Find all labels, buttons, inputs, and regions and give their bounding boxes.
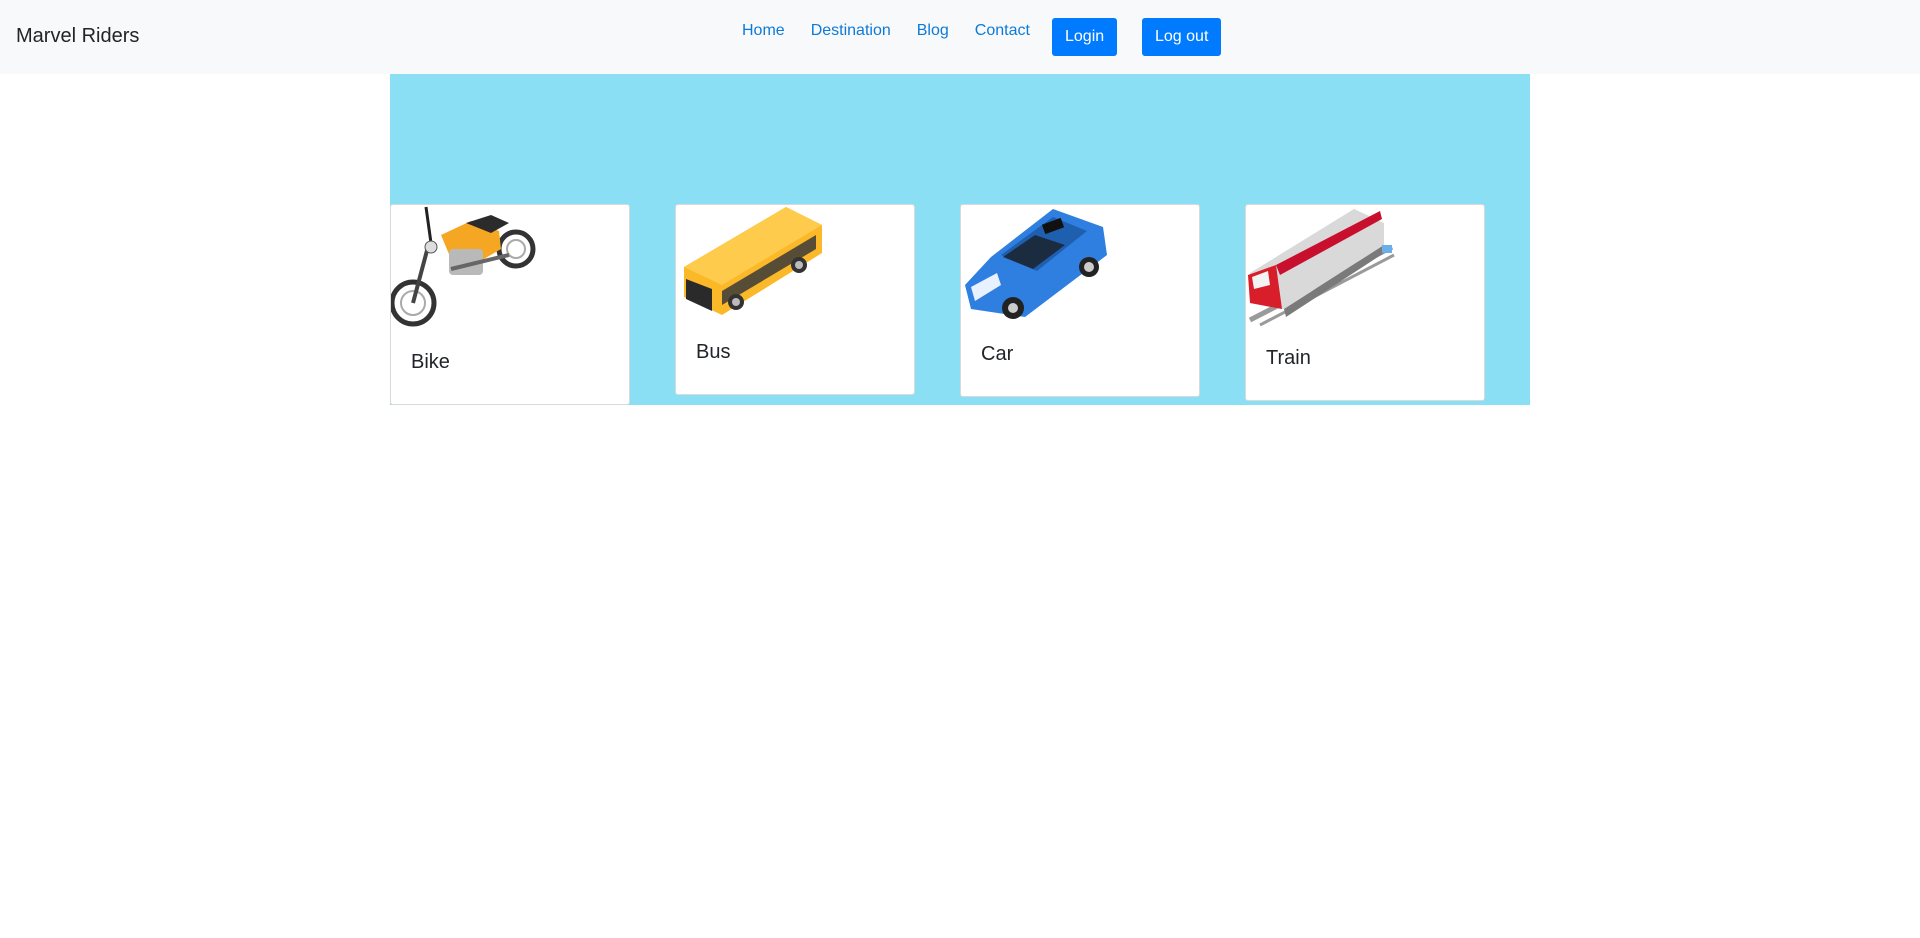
nav-blog-link[interactable]: Blog: [917, 21, 949, 41]
navbar: Marvel Riders Home Destination Blog Cont…: [0, 0, 1920, 74]
brand-logo-text[interactable]: Marvel Riders: [16, 25, 139, 48]
card-title-train: Train: [1266, 347, 1311, 369]
motorcycle-icon: [391, 205, 629, 335]
logout-button[interactable]: Log out: [1142, 18, 1222, 56]
car-icon: [961, 205, 1199, 325]
card-title-bus: Bus: [696, 341, 731, 363]
nav-destination-link[interactable]: Destination: [811, 21, 891, 41]
nav-contact-link[interactable]: Contact: [975, 21, 1030, 41]
nav-links: Home Destination Blog Contact: [742, 21, 1056, 41]
bus-icon: [676, 205, 914, 320]
nav-home-link[interactable]: Home: [742, 21, 785, 41]
vehicle-card-car[interactable]: Car: [960, 204, 1200, 397]
vehicle-card-train[interactable]: Train: [1245, 204, 1485, 401]
vehicle-card-bus[interactable]: Bus: [675, 204, 915, 395]
card-title-car: Car: [981, 343, 1014, 365]
vehicle-card-bike[interactable]: Bike: [390, 204, 630, 405]
card-title-bike: Bike: [411, 351, 450, 373]
train-icon: [1246, 205, 1484, 330]
login-button[interactable]: Login: [1052, 18, 1118, 56]
